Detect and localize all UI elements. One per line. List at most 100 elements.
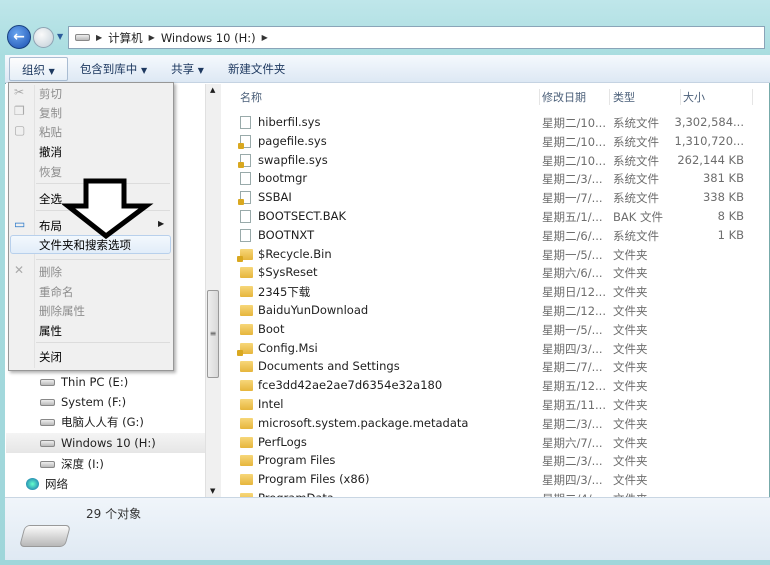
file-size: 8 KB bbox=[717, 209, 744, 223]
breadcrumb-chevron-icon[interactable]: ▶ bbox=[149, 33, 155, 42]
file-type: 系统文件 bbox=[613, 134, 659, 149]
forward-button[interactable] bbox=[33, 27, 54, 48]
column-type[interactable]: 类型 bbox=[613, 89, 681, 105]
file-name: BOOTNXT bbox=[258, 227, 315, 242]
folder-icon bbox=[240, 455, 253, 467]
menu-item[interactable]: 删除属性 bbox=[39, 303, 85, 319]
organize-label: 组织 bbox=[22, 62, 45, 77]
file-date: 星期二/10... bbox=[542, 153, 606, 168]
file-row[interactable]: Config.Msi 星期四/3/... 文件夹 bbox=[222, 339, 770, 358]
file-date: 星期二/7/... bbox=[542, 360, 603, 375]
file-icon bbox=[238, 191, 251, 206]
menu-item[interactable]: 粘贴 bbox=[39, 124, 62, 140]
copy-icon: ❐ bbox=[14, 104, 25, 118]
file-row[interactable]: BOOTSECT.BAK 星期五/1/... BAK 文件 8 KB bbox=[222, 207, 770, 226]
scissors-icon: ✂ bbox=[14, 85, 25, 99]
include-label: 包含到库中 bbox=[79, 61, 138, 76]
file-row[interactable]: bootmgr 星期二/3/... 系统文件 381 KB bbox=[222, 169, 770, 188]
file-row[interactable]: Program Files 星期二/3/... 文件夹 bbox=[222, 451, 770, 470]
nav-item[interactable]: Thin PC (E:) bbox=[40, 372, 205, 392]
file-size: 1,310,720... bbox=[674, 133, 745, 148]
file-row[interactable]: hiberfil.sys 星期二/10... 系统文件 3,302,584... bbox=[222, 113, 770, 132]
file-icon bbox=[238, 134, 251, 149]
column-size[interactable]: 大小 bbox=[683, 89, 753, 105]
column-date[interactable]: 修改日期 bbox=[542, 89, 610, 105]
file-row[interactable]: 2345下载 星期日/12... 文件夹 bbox=[222, 282, 770, 301]
file-row[interactable]: Intel 星期五/11... 文件夹 bbox=[222, 395, 770, 414]
file-name: BaiduYunDownload bbox=[258, 303, 369, 317]
nav-item[interactable]: 深度 (I:) bbox=[40, 454, 205, 474]
file-type: 文件夹 bbox=[613, 247, 648, 262]
breadcrumb-chevron-icon[interactable]: ▶ bbox=[262, 33, 268, 42]
organize-button[interactable]: 组织 ▼ bbox=[9, 56, 68, 81]
file-size: 1 KB bbox=[717, 227, 744, 242]
file-date: 星期二/3/... bbox=[542, 416, 603, 431]
file-type: 文件夹 bbox=[613, 304, 648, 318]
breadcrumb-computer[interactable]: 计算机 bbox=[108, 30, 143, 46]
file-name: $Recycle.Bin bbox=[258, 246, 332, 261]
menu-item[interactable]: 关闭 bbox=[39, 349, 62, 365]
menu-item[interactable]: 布局 bbox=[39, 218, 62, 234]
file-row[interactable]: microsoft.system.package.metadata 星期二/3/.… bbox=[222, 414, 770, 433]
file-type: 文件夹 bbox=[613, 322, 648, 337]
folder-icon bbox=[237, 248, 253, 262]
file-date: 星期五/11... bbox=[542, 398, 606, 412]
folder-icon bbox=[237, 342, 253, 356]
drive-icon bbox=[40, 398, 55, 406]
file-date: 星期五/1/... bbox=[542, 210, 603, 224]
folder-icon bbox=[240, 323, 253, 335]
file-row[interactable]: PerfLogs 星期六/7/... 文件夹 bbox=[222, 433, 770, 452]
breadcrumb-drive[interactable]: Windows 10 (H:) bbox=[161, 31, 256, 45]
folder-icon bbox=[240, 267, 253, 279]
nav-scrollbar-thumb[interactable]: ≡ bbox=[207, 290, 219, 378]
file-row[interactable]: fce3dd42ae2ae7d6354e32a180 星期五/12... 文件夹 bbox=[222, 376, 770, 395]
share-button[interactable]: 共享 ▼ bbox=[159, 57, 216, 81]
include-in-library-button[interactable]: 包含到库中 ▼ bbox=[68, 57, 159, 81]
file-icon bbox=[238, 153, 251, 168]
menu-item[interactable]: 恢复 bbox=[39, 164, 62, 180]
recent-pages-dropdown[interactable]: ▼ bbox=[57, 32, 63, 41]
menu-separator bbox=[36, 342, 170, 343]
file-row[interactable]: $Recycle.Bin 星期一/5/... 文件夹 bbox=[222, 245, 770, 264]
back-button[interactable]: ← bbox=[7, 25, 31, 49]
menu-item[interactable]: 撤消 bbox=[39, 144, 62, 160]
menu-item[interactable]: 删除 bbox=[39, 264, 62, 280]
menu-item[interactable]: 全选 bbox=[39, 191, 62, 207]
file-date: 星期一/5/... bbox=[542, 247, 603, 262]
nav-item[interactable]: Windows 10 (H:) bbox=[6, 433, 205, 453]
file-row[interactable]: Boot 星期一/5/... 文件夹 bbox=[222, 320, 770, 339]
file-row[interactable]: Program Files (x86) 星期四/3/... 文件夹 bbox=[222, 470, 770, 489]
file-date: 星期一/5/... bbox=[542, 322, 603, 337]
file-row[interactable]: BOOTNXT 星期二/6/... 系统文件 1 KB bbox=[222, 226, 770, 245]
menu-item[interactable]: 剪切 bbox=[39, 86, 62, 102]
file-row[interactable]: BaiduYunDownload 星期二/12... 文件夹 bbox=[222, 301, 770, 320]
file-row[interactable]: SSBAI 星期一/7/... 系统文件 338 KB bbox=[222, 188, 770, 207]
share-label: 共享 bbox=[171, 61, 195, 76]
column-name[interactable]: 名称 bbox=[240, 89, 540, 105]
layout-icon: ▭ bbox=[14, 217, 26, 231]
nav-item[interactable]: 网络 bbox=[26, 474, 191, 494]
folder-icon bbox=[240, 361, 253, 373]
drive-icon bbox=[75, 34, 90, 41]
new-folder-button[interactable]: 新建文件夹 bbox=[216, 57, 298, 81]
delete-icon: ✕ bbox=[14, 263, 25, 277]
file-row[interactable]: pagefile.sys 星期二/10... 系统文件 1,310,720... bbox=[222, 132, 770, 151]
breadcrumb-chevron-icon[interactable]: ▶ bbox=[96, 33, 102, 42]
nav-item[interactable]: 电脑人人有 (G:) bbox=[40, 412, 205, 432]
file-row[interactable]: Documents and Settings 星期二/7/... 文件夹 bbox=[222, 357, 770, 376]
file-row[interactable]: $SysReset 星期六/6/... 文件夹 bbox=[222, 263, 770, 282]
file-date: 星期二/6/... bbox=[542, 228, 603, 243]
file-name: 2345下载 bbox=[258, 285, 311, 300]
menu-item[interactable]: 复制 bbox=[39, 105, 62, 121]
nav-item-label: System (F:) bbox=[61, 395, 127, 409]
file-icon bbox=[240, 116, 251, 129]
menu-item[interactable]: 属性 bbox=[39, 323, 62, 339]
submenu-arrow-icon: ▶ bbox=[158, 219, 165, 228]
address-bar[interactable]: ▶ 计算机 ▶ Windows 10 (H:) ▶ bbox=[68, 26, 765, 49]
nav-item[interactable]: System (F:) bbox=[40, 392, 205, 412]
drive-icon bbox=[19, 525, 71, 547]
file-row[interactable]: swapfile.sys 星期二/10... 系统文件 262,144 KB bbox=[222, 151, 770, 170]
file-size: 338 KB bbox=[702, 190, 744, 205]
menu-item[interactable]: 重命名 bbox=[39, 284, 74, 300]
file-date: 星期二/3/... bbox=[542, 454, 603, 469]
